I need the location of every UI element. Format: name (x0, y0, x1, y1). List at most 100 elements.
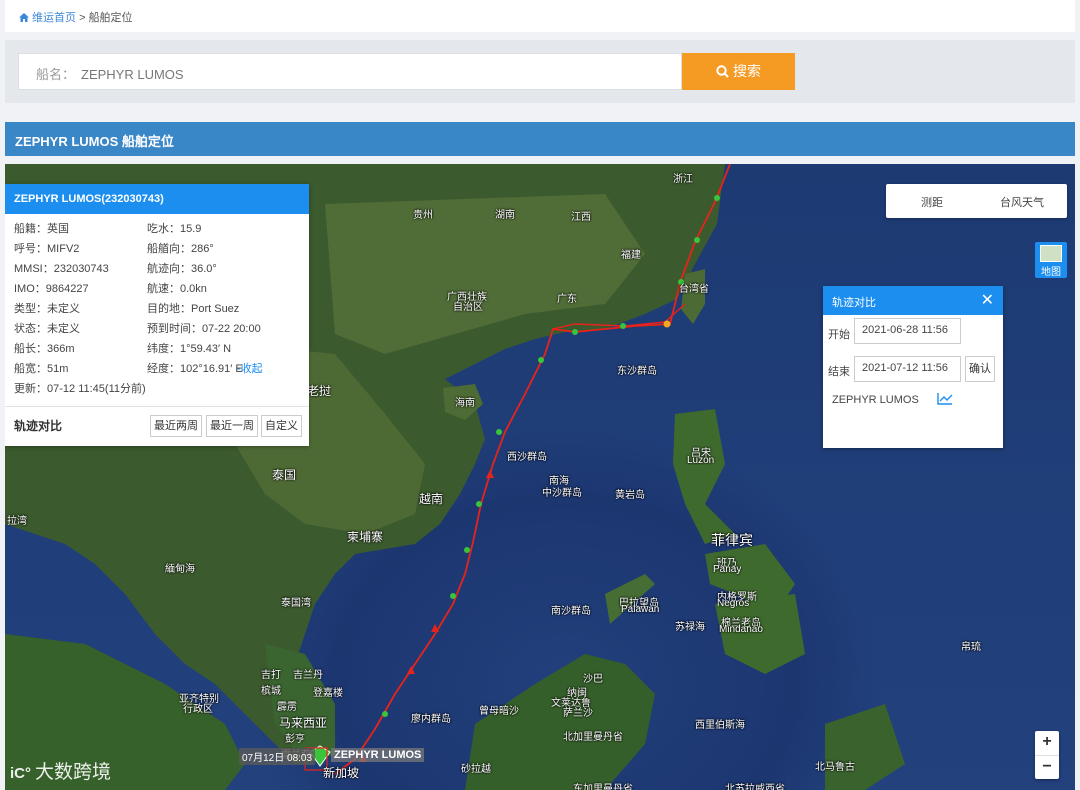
map-place-label: 台湾省 (679, 284, 709, 295)
map-place-label: 江西 (571, 212, 591, 223)
section-title: ZEPHYR LUMOS 船舶定位 (5, 122, 1075, 156)
info-length: 船长：366m (14, 343, 75, 355)
info-imo: IMO：9864227 (14, 283, 89, 295)
track-point (620, 323, 626, 329)
map-place-label: 萨兰沙 (563, 708, 593, 719)
info-callsign: 呼号：MIFV2 (14, 243, 80, 255)
map-place-label: 苏禄海 (675, 622, 705, 633)
typhoon-weather-button[interactable]: 台风天气 (1000, 194, 1044, 210)
map-place-label: Palawan (621, 604, 660, 615)
map-place-label: 曾母暗沙 (479, 706, 519, 717)
track-point (538, 357, 544, 363)
info-updated: 更新：07-12 11:45(11分前) (14, 383, 146, 395)
line-chart-icon[interactable] (937, 392, 953, 405)
map-toolbar: 测距 台风天气 (886, 184, 1067, 218)
info-heading: 船艏向：286° (147, 243, 214, 255)
zoom-control: + − (1035, 731, 1059, 779)
track-point (714, 195, 720, 201)
map-place-label: 帛琉 (961, 642, 981, 653)
map-layer-label: 地图 (1041, 267, 1061, 278)
watermark: iC° 大数跨境 (10, 757, 111, 784)
map-place-label: 霹雳 (277, 702, 297, 713)
measure-distance-button[interactable]: 测距 (921, 194, 943, 210)
map-place-label: 自治区 (453, 302, 483, 313)
map-place-label: 緬甸海 (165, 564, 195, 575)
map-place-label: 中沙群岛 (542, 488, 582, 499)
info-type: 类型：未定义 (14, 303, 80, 315)
map-place-label: 槟城 (261, 686, 281, 697)
track-point (464, 547, 470, 553)
map-place-label: 东加里曼丹省 (573, 784, 633, 790)
map-layer-button[interactable]: 地图 (1035, 242, 1067, 278)
last-two-weeks-button[interactable]: 最近两周 (150, 415, 202, 437)
track-point (382, 711, 388, 717)
map-place-label: 柬埔寨 (347, 530, 384, 544)
info-draught: 吃水：15.9 (147, 223, 202, 235)
ship-search-input[interactable]: 船名： ZEPHYR LUMOS (18, 53, 682, 90)
info-eta: 预到时间：07-22 20:00 (147, 323, 261, 335)
search-panel: 船名： ZEPHYR LUMOS 搜索 (5, 40, 1075, 103)
watermark-text: 大数跨境 (35, 762, 112, 783)
map-place-label: Mindanao (719, 624, 763, 635)
map-place-label: 彭亨 (285, 734, 305, 745)
info-beam: 船宽：51m (14, 363, 69, 375)
ship-name-label[interactable]: ZEPHYR LUMOS (331, 748, 425, 762)
map-place-label: 贵州 (413, 210, 433, 221)
end-time-input[interactable]: 2021-07-12 11:56 (854, 356, 961, 382)
track-panel-header: 轨迹对比 ✕ (823, 286, 1003, 315)
map-place-label: 菲律宾 (711, 532, 753, 548)
start-label: 开始 (828, 329, 850, 341)
map-place-label: 北马鲁古 (815, 762, 855, 773)
collapse-link[interactable]: -收起 (237, 360, 263, 376)
map-place-label: 马来西亚 (279, 716, 328, 730)
last-week-button[interactable]: 最近一周 (206, 415, 258, 437)
map-place-label: 北苏拉威西省 (725, 784, 785, 790)
zoom-out-button[interactable]: − (1035, 755, 1059, 779)
track-time-label: 07月12日 08:03 (239, 748, 316, 765)
track-compare-label: 轨迹对比 (14, 419, 63, 433)
land-luzon (673, 409, 735, 544)
map-place-label: 老挝 (307, 384, 332, 398)
map-place-label: 拉湾 (7, 516, 27, 527)
breadcrumb-home-link[interactable]: 维运首页 (32, 12, 76, 24)
map-place-label: Negros (717, 598, 750, 609)
map-place-label: 廖内群岛 (411, 714, 451, 725)
map-place-label: 西里伯斯海 (695, 720, 745, 731)
close-icon[interactable]: ✕ (981, 290, 994, 310)
map-view[interactable]: 浙江 贵州 湖南 江西 福建 台湾省 广西壮族 自治区 广东 东沙群岛 海南 老挝 西沙群岛 南海 中沙群岛… (5, 164, 1075, 790)
map-place-label: 砂拉越 (461, 764, 491, 775)
map-place-label: 吉兰丹 (293, 670, 323, 681)
track-point (476, 501, 482, 507)
track-compare-panel: 轨迹对比 ✕ 开始 2021-06-28 11:56 结束 2021-07-12… (823, 286, 1003, 448)
breadcrumb-separator: > (79, 12, 86, 24)
track-point (450, 593, 456, 599)
map-place-label: 沙巴 (583, 674, 603, 685)
map-place-label: 泰国 (272, 468, 297, 482)
breadcrumb-current: 船舶定位 (88, 12, 133, 24)
map-layer-icon (1040, 245, 1062, 262)
info-latitude: 纬度：1°59.43′ N (147, 343, 232, 355)
info-course: 航迹向：36.0° (147, 263, 217, 275)
map-place-label: 泰国湾 (281, 598, 311, 609)
map-place-label: 黄岩岛 (615, 490, 645, 501)
search-value: ZEPHYR LUMOS (81, 67, 184, 82)
info-destination: 目的地：Port Suez (147, 303, 240, 315)
confirm-button[interactable]: 确认 (965, 356, 995, 382)
map-place-label: Luzon (687, 455, 715, 466)
zoom-in-button[interactable]: + (1035, 731, 1059, 755)
map-place-label: 东沙群岛 (617, 366, 657, 377)
info-mmsi: MMSI：232030743 (14, 263, 109, 275)
map-place-label: 纳闽 (567, 688, 587, 699)
map-place-label: 浙江 (673, 174, 693, 185)
track-panel-title: 轨迹对比 (832, 297, 876, 309)
home-icon (19, 13, 29, 22)
custom-range-button[interactable]: 自定义 (261, 415, 302, 437)
start-time-input[interactable]: 2021-06-28 11:56 (854, 318, 961, 344)
map-place-label: 西沙群岛 (507, 452, 547, 463)
end-label: 结束 (828, 366, 850, 378)
map-place-label: 海南 (455, 398, 475, 409)
search-button[interactable]: 搜索 (682, 53, 795, 90)
search-prefix: 船名： (36, 67, 76, 82)
map-place-label: 湖南 (495, 210, 515, 221)
ship-info-title: ZEPHYR LUMOS(232030743) (5, 184, 309, 214)
